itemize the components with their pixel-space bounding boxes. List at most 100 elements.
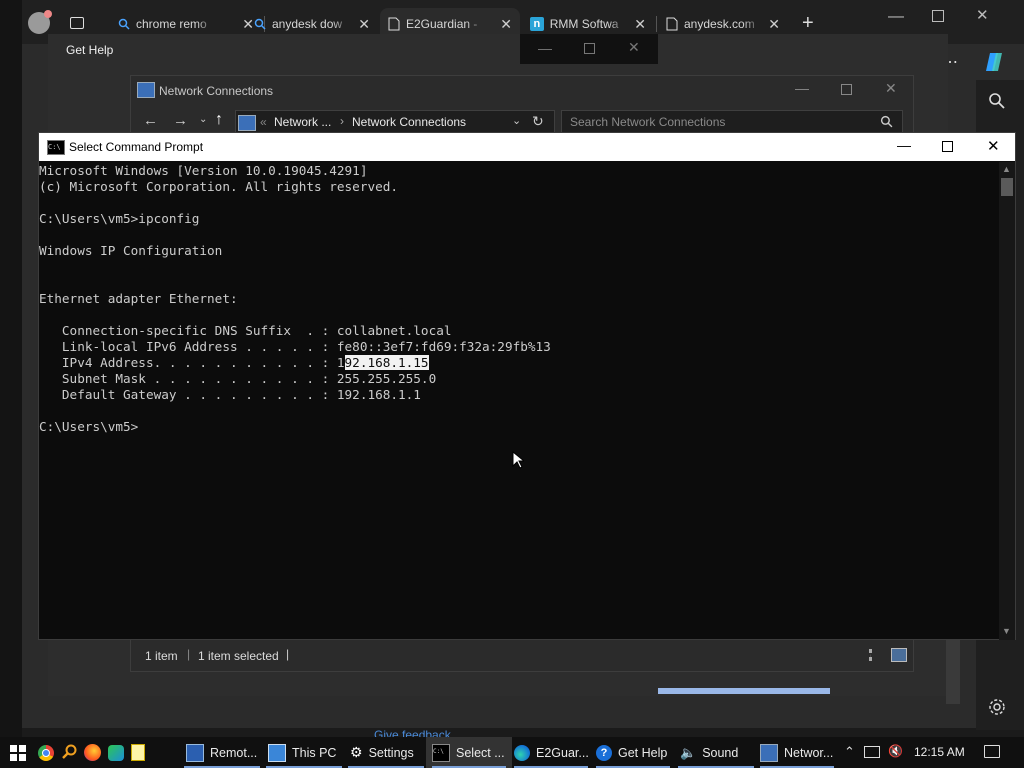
app-icon[interactable] [108,745,124,761]
maximize-button[interactable] [584,43,595,54]
close-icon[interactable]: ✕ [358,16,370,33]
large-icons-view-icon[interactable] [891,648,907,662]
refresh-icon[interactable]: ↻ [532,113,544,130]
search-icon[interactable] [988,92,1006,110]
taskbar-item-label: This PC [292,745,337,760]
tab-actions-icon[interactable] [70,17,84,29]
scroll-down-icon[interactable]: ▼ [1002,626,1011,636]
close-window-button[interactable]: ✕ [628,39,640,56]
console-line: (c) Microsoft Corporation. All rights re… [39,179,399,194]
speaker-icon: 🔈 [680,744,697,760]
tab-label: RMM Softwa [549,17,619,31]
minimize-button[interactable]: — [897,137,911,153]
breadcrumb-item[interactable]: Network ... [274,115,331,129]
progress-bar [658,688,830,694]
window-title: Network Connections [159,84,274,98]
console-output[interactable]: Microsoft Windows [Version 10.0.19045.42… [39,162,999,640]
tab-label: E2Guardian - [406,17,478,31]
n-site-icon: n [530,17,544,31]
console-line: Ethernet adapter Ethernet: [39,291,238,306]
taskbar-item-remote[interactable]: Remot... [178,737,266,768]
taskbar-item-label: Select ... [456,745,505,760]
taskbar-item-label: Remot... [210,745,258,760]
search-input[interactable]: Search Network Connections [570,115,725,129]
firefox-icon[interactable] [84,744,101,761]
new-tab-button[interactable]: + [802,12,814,35]
taskbar: Remot... This PC ⚙ Settings C:\ Select .… [0,737,1024,768]
computer-icon [268,743,286,762]
close-icon[interactable]: ✕ [768,16,780,33]
taskbar-item-this-pc[interactable]: This PC [260,737,348,768]
remote-desktop-icon [186,743,204,762]
cmd-icon: C:\ [47,140,65,155]
close-window-button[interactable]: ✕ [987,137,1000,155]
chevron-down-icon[interactable]: ⌄ [512,114,521,127]
console-line: Default Gateway . . . . . . . . . : 192.… [39,387,421,402]
volume-muted-icon[interactable]: 🔇 [888,744,903,758]
forward-arrow-icon[interactable]: → [173,112,188,129]
taskbar-item-get-help[interactable]: ? Get Help [590,737,676,768]
profile-avatar[interactable] [28,10,52,34]
gear-icon[interactable] [988,698,1006,716]
breadcrumb-item[interactable]: Network Connections [352,115,466,129]
status-selected-count: 1 item selected [198,649,279,663]
caption-buttons: — ✕ [520,34,658,64]
windows-start-icon[interactable] [10,745,26,761]
close-icon[interactable]: ✕ [500,16,512,33]
console-line: Link-local IPv6 Address . . . . . : fe80… [39,339,551,354]
scrollbar-thumb[interactable] [1001,178,1013,196]
window-title: Select Command Prompt [69,140,204,154]
copilot-icon[interactable] [982,50,1006,74]
gear-icon: ⚙ [350,744,363,760]
maximize-button[interactable] [841,84,852,95]
breadcrumb-overflow[interactable]: « [260,115,267,129]
taskbar-item-edge[interactable]: E2Guar... [508,737,594,768]
network-icon [760,743,778,762]
taskbar-item-sound[interactable]: 🔈 Sound [672,737,760,768]
tab-divider [656,16,657,32]
maximize-button[interactable] [942,141,953,152]
console-line-ipv4: IPv4 Address. . . . . . . . . . . : 192.… [39,355,429,371]
scroll-up-icon[interactable]: ▲ [1002,164,1011,174]
clock[interactable]: 12:15 AM [914,745,965,759]
network-status-icon[interactable] [864,746,880,758]
console-line: Microsoft Windows [Version 10.0.19045.42… [39,163,368,178]
notepad-icon[interactable] [131,744,145,761]
chrome-icon[interactable] [38,745,54,761]
console-line: C:\Users\vm5> [39,419,139,434]
status-item-count: 1 item [145,649,178,663]
taskbar-item-label: Settings [368,745,414,760]
minimize-button[interactable]: — [795,80,809,96]
console-line: Subnet Mask . . . . . . . . . . . : 255.… [39,371,437,386]
window-title: Get Help [66,43,114,57]
back-arrow-icon[interactable]: ← [143,112,158,129]
details-view-icon[interactable] [869,649,886,661]
taskbar-item-settings[interactable]: ⚙ Settings [342,737,430,768]
background-window-edge [0,0,22,740]
tab-label: anydesk.com [684,17,755,31]
taskbar-item-label: Sound [702,745,739,760]
taskbar-item-network[interactable]: Networ... [754,737,840,768]
close-icon[interactable]: ✕ [634,16,646,33]
search-icon[interactable] [62,744,78,760]
minimize-button[interactable]: — [538,40,552,56]
search-icon [254,18,266,30]
minimize-button[interactable]: — [888,8,904,26]
close-window-button[interactable]: ✕ [976,6,989,24]
network-folder-icon [238,115,256,131]
notification-icon[interactable] [984,745,1000,758]
vertical-scrollbar[interactable]: ▲ ▼ [999,162,1015,640]
close-window-button[interactable]: ✕ [885,80,897,97]
recent-chevron-icon[interactable]: ⌄ [199,114,207,125]
network-folder-icon [137,82,155,98]
status-divider: | [286,647,290,661]
up-arrow-icon[interactable]: ↑ [215,111,223,129]
search-icon [118,18,130,30]
status-bar: 1 item | 1 item selected | [131,642,913,671]
taskbar-item-command-prompt[interactable]: C:\ Select ... [426,737,512,768]
chevron-up-icon[interactable]: ⌃ [844,744,855,760]
title-bar[interactable]: C:\ Select Command Prompt — ✕ [39,133,1015,161]
page-icon [666,17,678,31]
selected-text[interactable]: 92.168.1.15 [344,355,429,370]
maximize-button[interactable] [932,10,944,22]
